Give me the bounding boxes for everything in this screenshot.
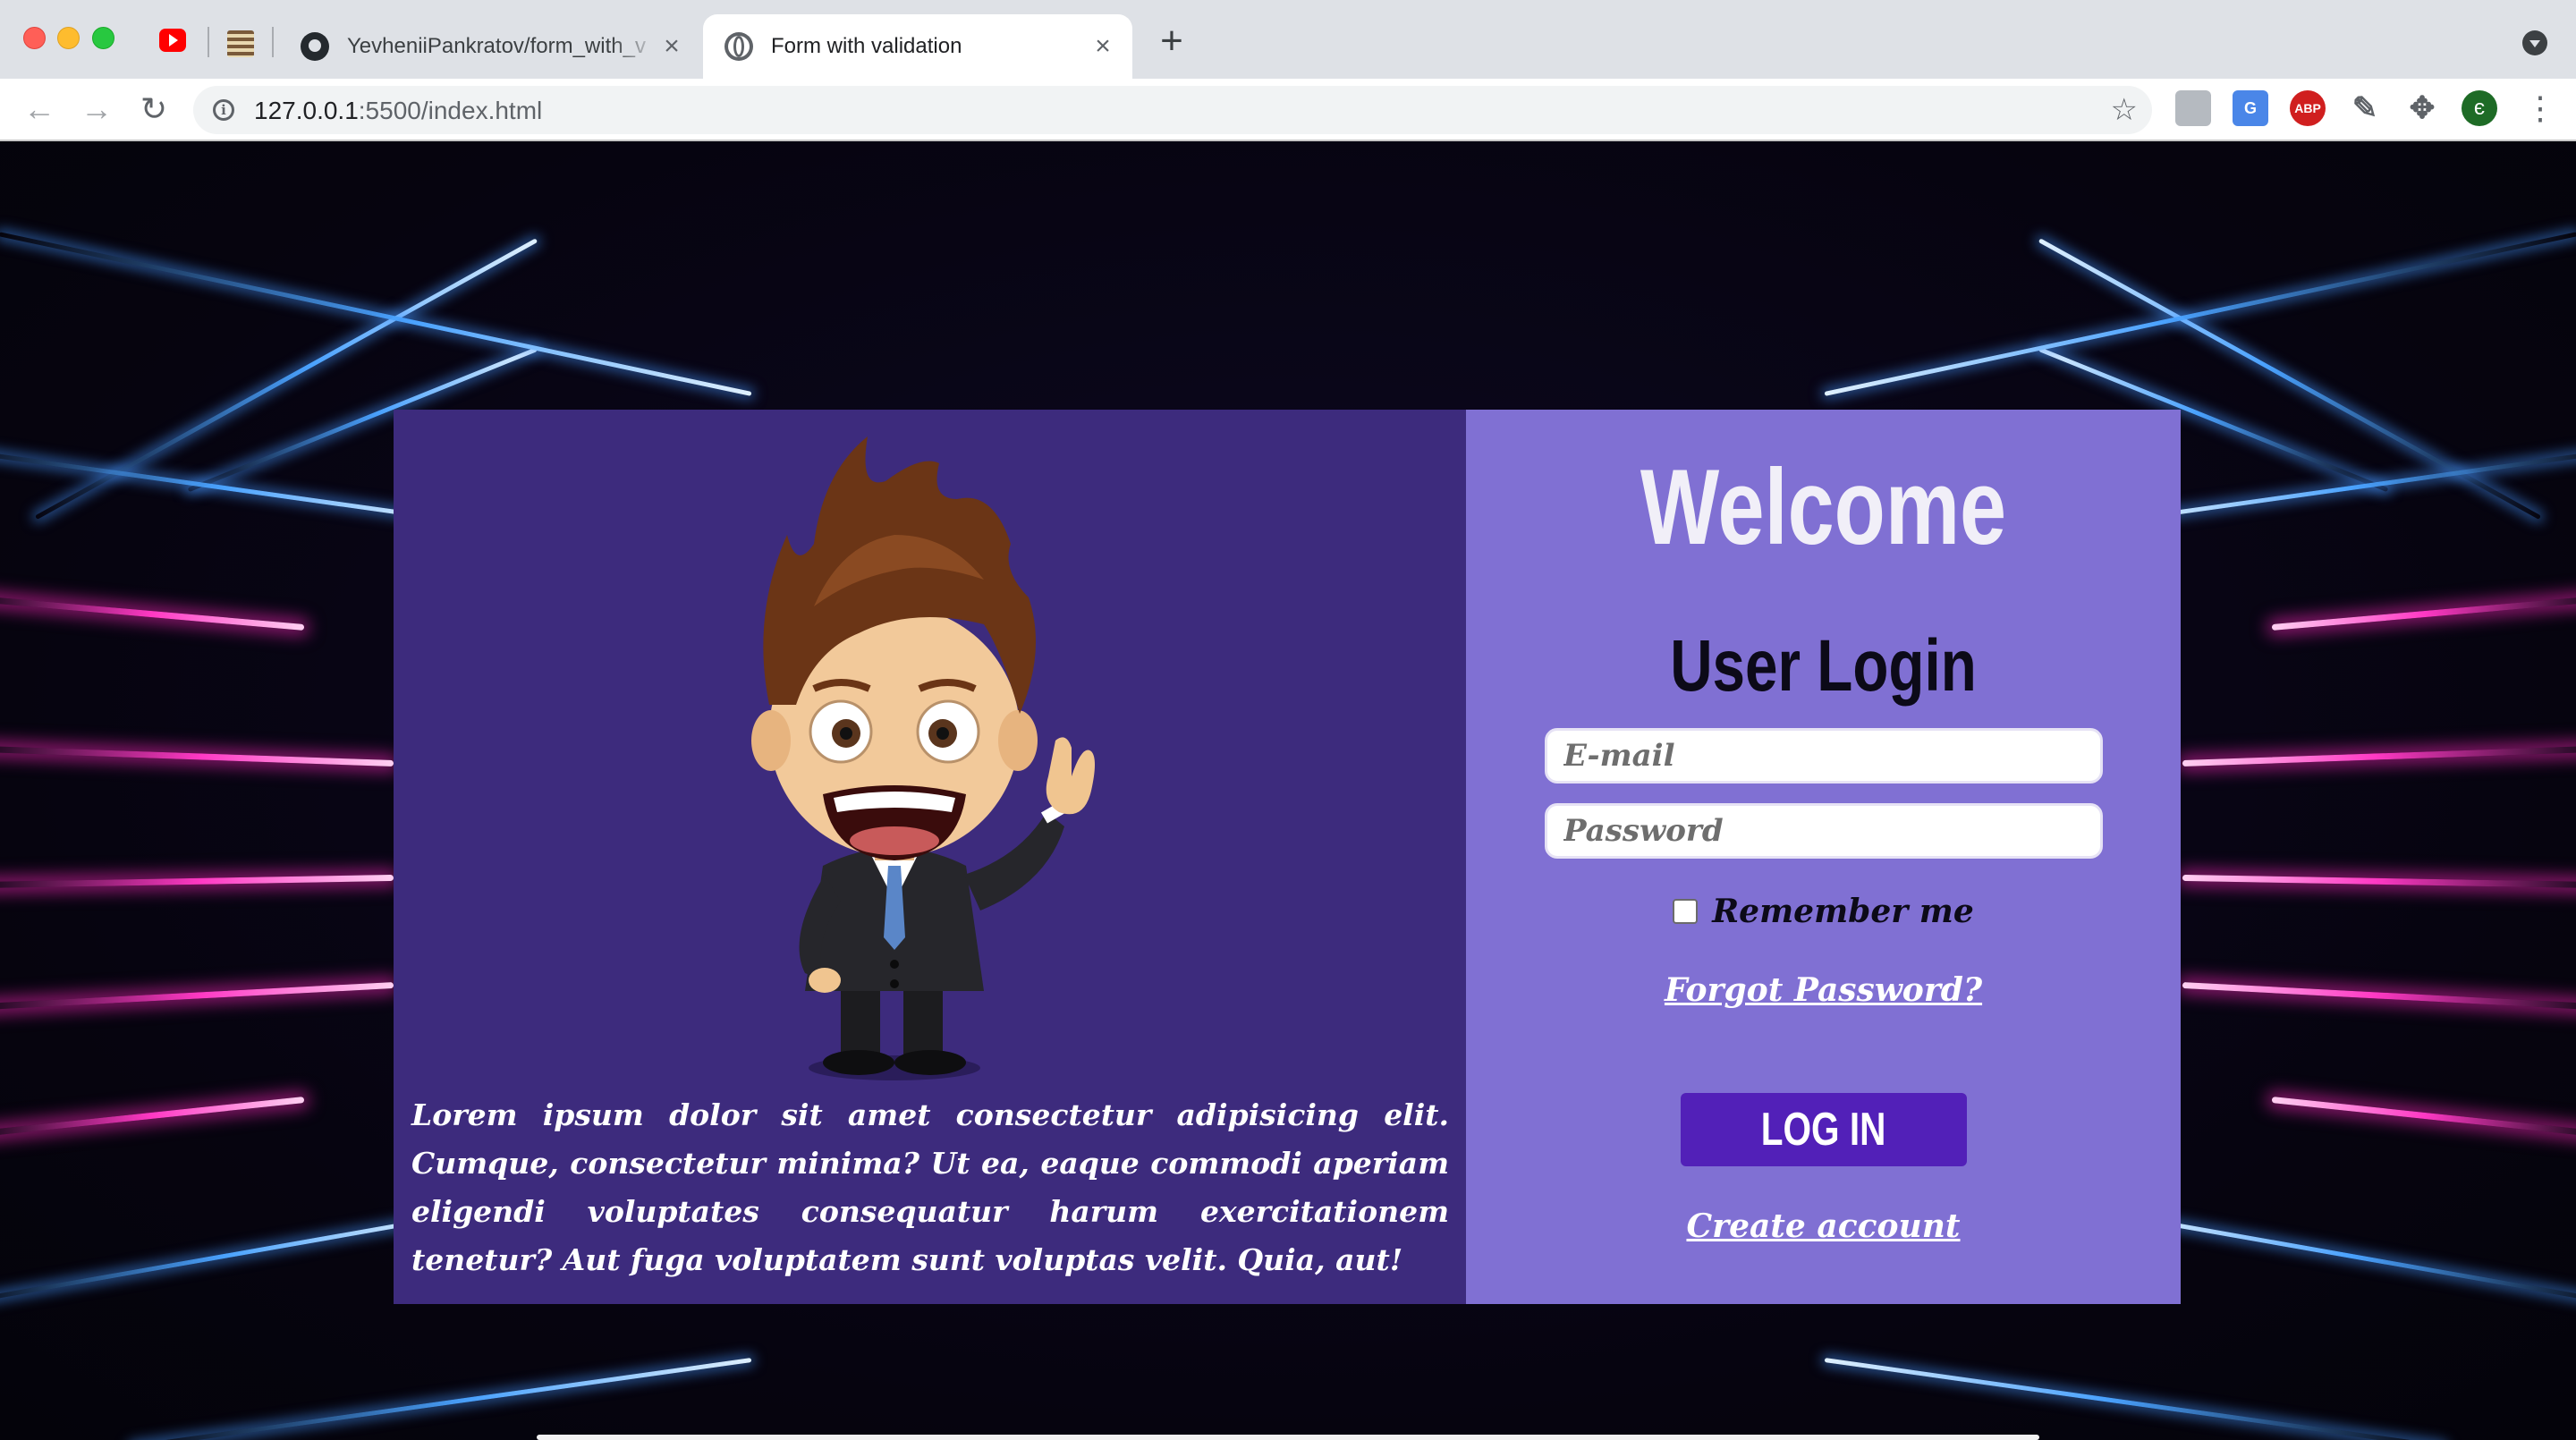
- neon-beam: [0, 447, 448, 521]
- close-tab-icon[interactable]: ×: [658, 33, 685, 60]
- forgot-password-link[interactable]: Forgot Password?: [1466, 971, 2181, 1009]
- maximize-window-button[interactable]: [92, 27, 114, 49]
- horizontal-scrollbar[interactable]: [537, 1435, 2039, 1440]
- minimize-window-button[interactable]: [57, 27, 80, 49]
- back-button[interactable]: ←: [21, 91, 57, 127]
- reload-button[interactable]: ↻: [136, 91, 172, 127]
- neon-beam: [0, 232, 752, 396]
- tab-separator: [208, 27, 209, 57]
- translate-extension-icon[interactable]: G: [2233, 90, 2268, 126]
- globe-icon: [724, 32, 753, 61]
- neon-beam: [1824, 232, 2576, 396]
- extensions-puzzle-icon[interactable]: ✥: [2404, 90, 2440, 126]
- forward-button[interactable]: →: [79, 91, 114, 127]
- welcome-heading: Welcome: [1640, 447, 2007, 567]
- tab-github[interactable]: YevheniiPankratov/form_with_v ×: [279, 14, 701, 79]
- tab-strip: YevheniiPankratov/form_with_v × Form wit…: [0, 0, 2576, 79]
- clipboard-extension-icon[interactable]: [2175, 90, 2211, 126]
- close-window-button[interactable]: [23, 27, 46, 49]
- neon-beam: [0, 1097, 305, 1139]
- remember-me-label[interactable]: Remember me: [1712, 893, 1973, 930]
- neon-beam: [0, 982, 394, 1012]
- tab-title: YevheniiPankratov/form_with_v: [347, 34, 646, 58]
- neon-beam: [0, 875, 394, 889]
- url-text[interactable]: 127.0.0.1:5500/index.html: [254, 97, 542, 125]
- neon-beam: [131, 1358, 752, 1440]
- url-host: 127.0.0.1: [254, 97, 359, 124]
- remember-me-checkbox[interactable]: [1673, 899, 1699, 924]
- neon-beam: [2182, 982, 2576, 1012]
- tab-form-with-validation[interactable]: Form with validation ×: [703, 14, 1132, 79]
- url-path: :5500/index.html: [358, 97, 543, 124]
- neon-beam: [2182, 745, 2576, 767]
- log-in-button[interactable]: LOG IN: [1681, 1093, 1967, 1166]
- close-tab-icon[interactable]: ×: [1089, 33, 1116, 60]
- browser-menu-icon[interactable]: ⋮: [2524, 89, 2556, 128]
- hero-panel: Lorem ipsum dolor sit amet consectetur a…: [394, 410, 1466, 1304]
- neon-beam: [0, 745, 394, 767]
- remember-me-row: Remember me: [1466, 893, 2181, 930]
- address-bar[interactable]: i 127.0.0.1:5500/index.html ☆: [193, 86, 2152, 134]
- create-account-link[interactable]: Create account: [1466, 1207, 2181, 1245]
- hero-description: Lorem ipsum dolor sit amet consectetur a…: [411, 1097, 1449, 1277]
- login-panel: Welcome User Login Remember me Forgot Pa…: [1466, 410, 2181, 1304]
- neon-beam: [2128, 447, 2576, 521]
- youtube-pinned-tab-icon[interactable]: [159, 29, 186, 52]
- password-field[interactable]: [1545, 803, 2103, 859]
- log-in-label: LOG IN: [1761, 1104, 1886, 1156]
- site-info-icon[interactable]: i: [213, 99, 234, 121]
- neon-beam: [2271, 594, 2576, 631]
- adblock-extension-icon[interactable]: ABP: [2290, 90, 2326, 126]
- login-card: Lorem ipsum dolor sit amet consectetur a…: [394, 410, 2181, 1304]
- tab-separator: [272, 27, 274, 57]
- neon-beam: [2271, 1097, 2576, 1139]
- neon-beam: [0, 1215, 448, 1307]
- github-icon: [301, 32, 329, 61]
- neon-beam: [2128, 1215, 2576, 1307]
- eyedropper-extension-icon[interactable]: ✎: [2347, 90, 2383, 126]
- bookmark-star-icon[interactable]: ☆: [2111, 93, 2138, 127]
- neon-beam: [0, 594, 305, 631]
- tab-search-icon[interactable]: [2522, 30, 2547, 55]
- new-tab-button[interactable]: +: [1156, 21, 1188, 61]
- neon-beam: [1824, 1358, 2445, 1440]
- user-login-title: User Login: [1670, 625, 1977, 707]
- cartoon-businessman-illustration: [751, 436, 1095, 1080]
- tab-title: Form with validation: [771, 34, 962, 58]
- pinned-tab-icon[interactable]: [227, 30, 254, 57]
- neon-beam: [2182, 875, 2576, 889]
- page-viewport: Lorem ipsum dolor sit amet consectetur a…: [0, 141, 2576, 1440]
- email-field[interactable]: [1545, 728, 2103, 784]
- profile-avatar[interactable]: є: [2462, 90, 2497, 126]
